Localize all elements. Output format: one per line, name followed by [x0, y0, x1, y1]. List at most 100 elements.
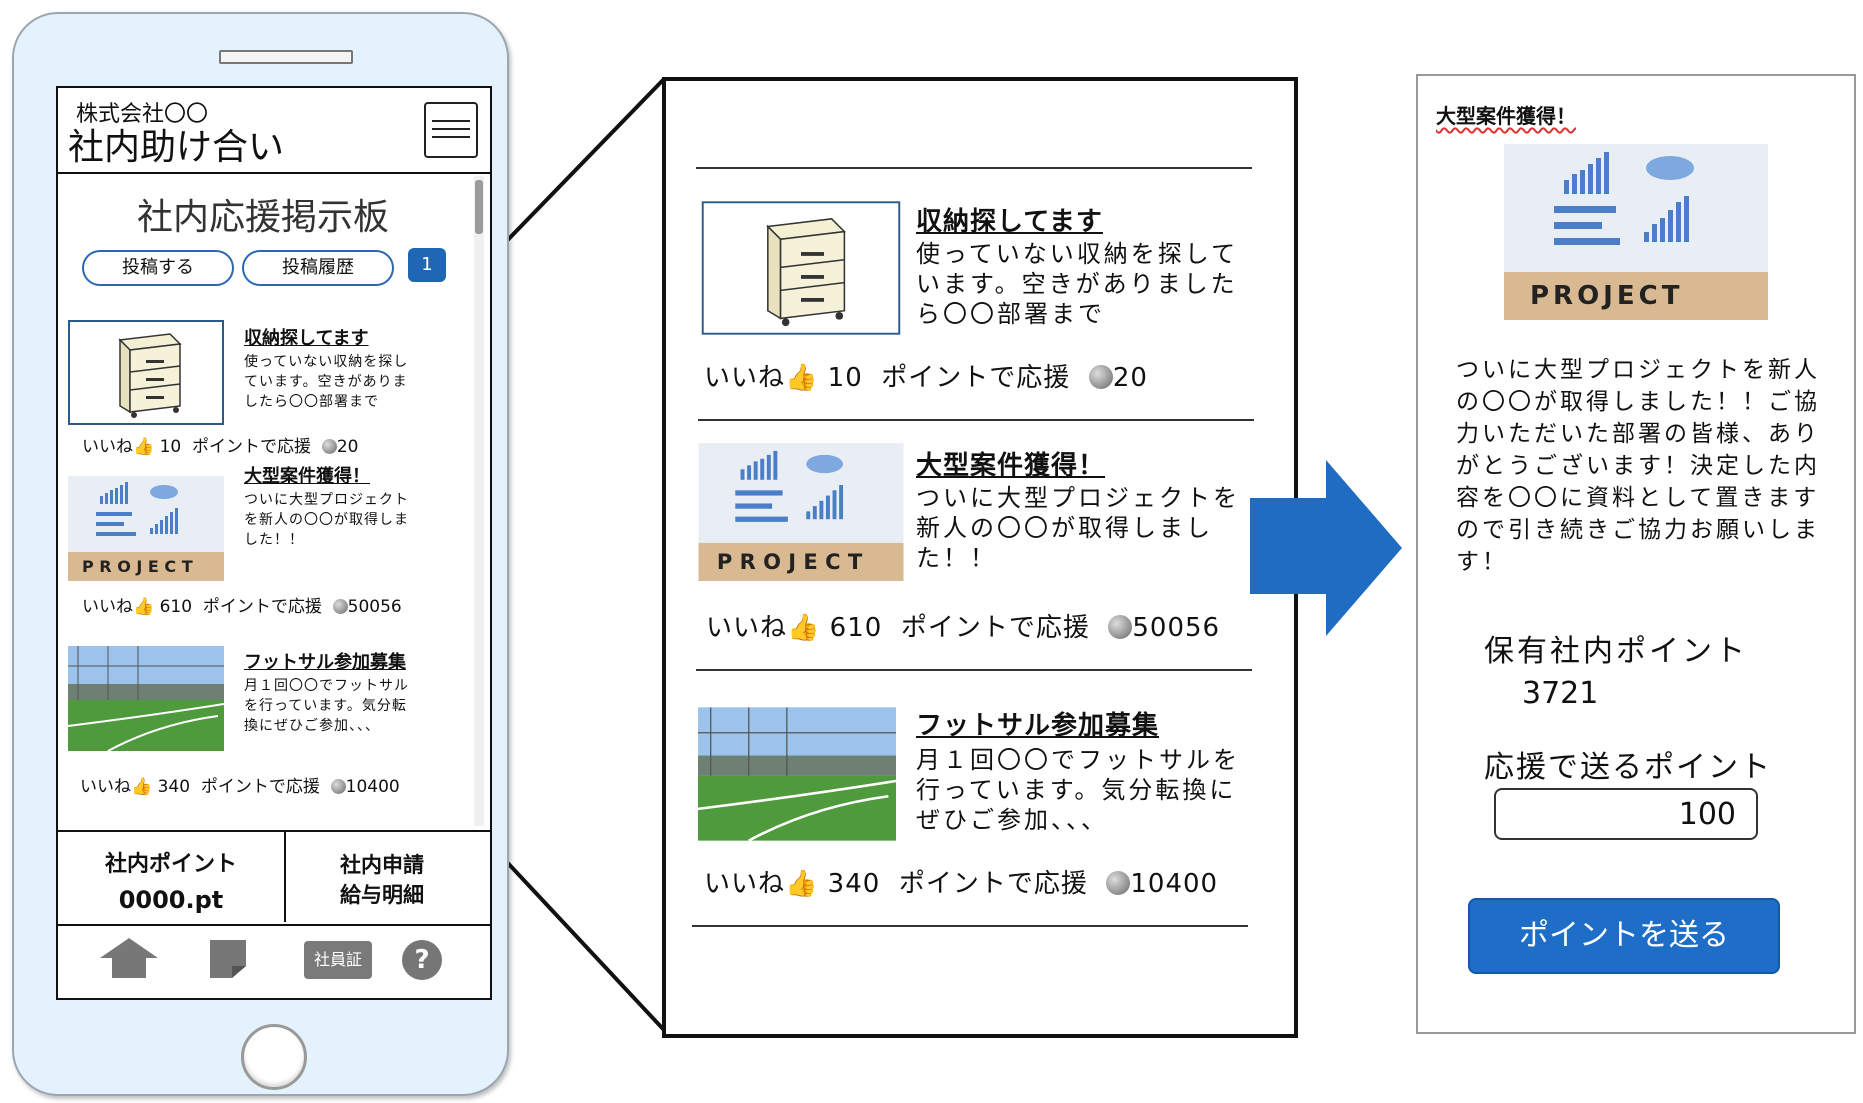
- like-count: 10: [827, 363, 863, 393]
- post-title[interactable]: 大型案件獲得！: [916, 445, 1105, 482]
- thumbs-up-icon[interactable]: 👍: [133, 437, 154, 457]
- divider: [698, 419, 1254, 421]
- held-points-label: 保有社内ポイント: [1484, 634, 1748, 669]
- post-description: ついに大型プロジェクトを新人の〇〇が取得しました！！: [916, 484, 1240, 572]
- nav-divider: [58, 924, 490, 926]
- point-count: 10400: [345, 777, 400, 797]
- like-label[interactable]: いいね: [82, 437, 133, 457]
- post-title[interactable]: 収納探してます: [916, 201, 1103, 238]
- send-points-input[interactable]: 100: [1494, 788, 1758, 840]
- note-icon[interactable]: [208, 938, 248, 984]
- coin-icon: [1106, 871, 1131, 895]
- footer-divider: [58, 830, 490, 832]
- thumbs-up-icon[interactable]: 👍: [785, 363, 818, 393]
- like-count: 340: [827, 869, 881, 899]
- post-button[interactable]: 投稿する: [82, 250, 234, 286]
- history-button[interactable]: 投稿履歴: [242, 250, 394, 286]
- detail-body: ついに大型プロジェクトを新人の〇〇が取得しました！！ご協力いただいた部署の皆様、…: [1456, 357, 1820, 575]
- divider: [696, 167, 1252, 169]
- post-card[interactable]: [68, 320, 224, 429]
- send-points-button[interactable]: ポイントを送る: [1468, 898, 1780, 974]
- send-points-label: 応援で送るポイント: [1484, 750, 1772, 785]
- coin-icon: [330, 779, 346, 794]
- like-count: 610: [159, 597, 193, 617]
- app-title: 社内助け合い: [68, 127, 285, 168]
- points-label: 社内ポイント: [104, 852, 237, 877]
- like-count: 10: [159, 437, 182, 457]
- thumbs-up-icon[interactable]: 👍: [787, 613, 820, 643]
- header-divider: [58, 172, 490, 174]
- coin-icon: [1088, 365, 1113, 389]
- zoomed-post-list: 収納探してます 使っていない収納を探しています。空きがありましたら〇〇部署まで …: [662, 77, 1298, 1038]
- coin-icon: [321, 439, 337, 454]
- point-count: 50056: [347, 597, 402, 617]
- notification-badge[interactable]: 1: [408, 248, 446, 282]
- phone-screen: 株式会社〇〇 社内助け合い 社内応援掲示板 投稿する 投稿履歴 1 収納探してま…: [56, 86, 492, 1000]
- post-footer: いいね👍 610 ポイントで応援 50056: [82, 592, 402, 617]
- like-label[interactable]: いいね: [82, 597, 133, 617]
- futsal-image: [67, 646, 225, 752]
- like-count: 610: [829, 613, 883, 643]
- footer-vertical-divider: [284, 832, 286, 922]
- cabinet-image: [68, 320, 224, 425]
- thumbs-up-icon[interactable]: 👍: [785, 869, 818, 899]
- post-footer: いいね👍 340 ポイントで応援 10400: [704, 863, 1218, 900]
- scrollbar[interactable]: [474, 176, 484, 826]
- employee-id-button[interactable]: 社員証: [304, 941, 372, 979]
- like-count: 340: [157, 777, 191, 797]
- thumbs-up-icon[interactable]: 👍: [133, 597, 154, 617]
- apply-payslip-link[interactable]: 社内申請 給与明細: [294, 850, 470, 910]
- point-count: 20: [336, 437, 359, 457]
- post-footer: いいね👍 610 ポイントで応援 50056: [706, 607, 1220, 644]
- project-image: P R O J E C T: [68, 476, 224, 581]
- support-label[interactable]: ポイントで応援: [203, 597, 322, 617]
- post-title[interactable]: 収納探してます: [244, 324, 369, 350]
- point-count: 10400: [1130, 869, 1219, 899]
- thumbs-up-icon[interactable]: 👍: [131, 777, 152, 797]
- post-description: 月１回〇〇でフットサルを行っています。気分転換にぜひご参加、、、: [916, 746, 1240, 834]
- post-title[interactable]: 大型案件獲得！: [244, 462, 370, 488]
- post-detail-panel: 大型案件獲得！ PROJECT ついに大型プロジェクトを新人の〇〇が取得しました…: [1416, 74, 1856, 1034]
- support-label[interactable]: ポイントで応援: [901, 613, 1090, 643]
- like-label[interactable]: いいね: [704, 363, 785, 393]
- home-icon[interactable]: [98, 936, 160, 984]
- payslip-label: 給与明細: [340, 883, 424, 907]
- coin-icon: [332, 599, 348, 614]
- support-label[interactable]: ポイントで応援: [881, 363, 1070, 393]
- apply-label: 社内申請: [340, 853, 424, 877]
- project-image: P R O J E C T: [698, 443, 904, 581]
- detail-title: 大型案件獲得！: [1436, 104, 1576, 128]
- post-title[interactable]: フットサル参加募集: [244, 648, 406, 674]
- help-icon[interactable]: ?: [402, 940, 442, 980]
- like-label[interactable]: いいね: [704, 869, 785, 899]
- post-card[interactable]: [67, 646, 225, 755]
- post-card[interactable]: P R O J E C T: [68, 476, 224, 585]
- like-label[interactable]: いいね: [80, 777, 131, 797]
- phone-frame: 株式会社〇〇 社内助け合い 社内応援掲示板 投稿する 投稿履歴 1 収納探してま…: [12, 12, 509, 1096]
- post-footer: いいね👍 10 ポイントで応援 20: [704, 357, 1148, 394]
- coin-icon: [1108, 615, 1133, 639]
- hamburger-menu-icon[interactable]: [424, 102, 478, 158]
- right-arrow-icon: [1250, 460, 1402, 636]
- post-description: 月１回〇〇でフットサルを行っています。気分転換にぜひご参加、、、: [244, 678, 409, 734]
- divider: [692, 925, 1248, 927]
- home-button[interactable]: [241, 1024, 307, 1090]
- held-points-value: 3721: [1522, 676, 1599, 711]
- project-letters: P R O J E C T: [82, 557, 193, 576]
- cabinet-image: [701, 201, 901, 335]
- post-description: 使っていない収納を探しています。空きがありましたら〇〇部署まで: [244, 354, 409, 410]
- like-label[interactable]: いいね: [706, 613, 787, 643]
- support-label[interactable]: ポイントで応援: [899, 869, 1088, 899]
- support-label[interactable]: ポイントで応援: [192, 437, 311, 457]
- post-footer: いいね👍 340 ポイントで応援 10400: [80, 772, 400, 797]
- scrollbar-thumb[interactable]: [475, 180, 483, 234]
- post-description: ついに大型プロジェクトを新人の〇〇が取得しました！！: [244, 492, 409, 548]
- project-letters: P R O J E C T: [717, 549, 863, 574]
- point-count: 50056: [1132, 613, 1221, 643]
- post-title[interactable]: フットサル参加募集: [916, 705, 1159, 742]
- support-label[interactable]: ポイントで応援: [201, 777, 320, 797]
- point-count: 20: [1112, 363, 1148, 393]
- board-title: 社内応援掲示板: [136, 197, 389, 238]
- divider: [696, 669, 1252, 671]
- post-footer: いいね👍 10 ポイントで応援 20: [82, 432, 358, 457]
